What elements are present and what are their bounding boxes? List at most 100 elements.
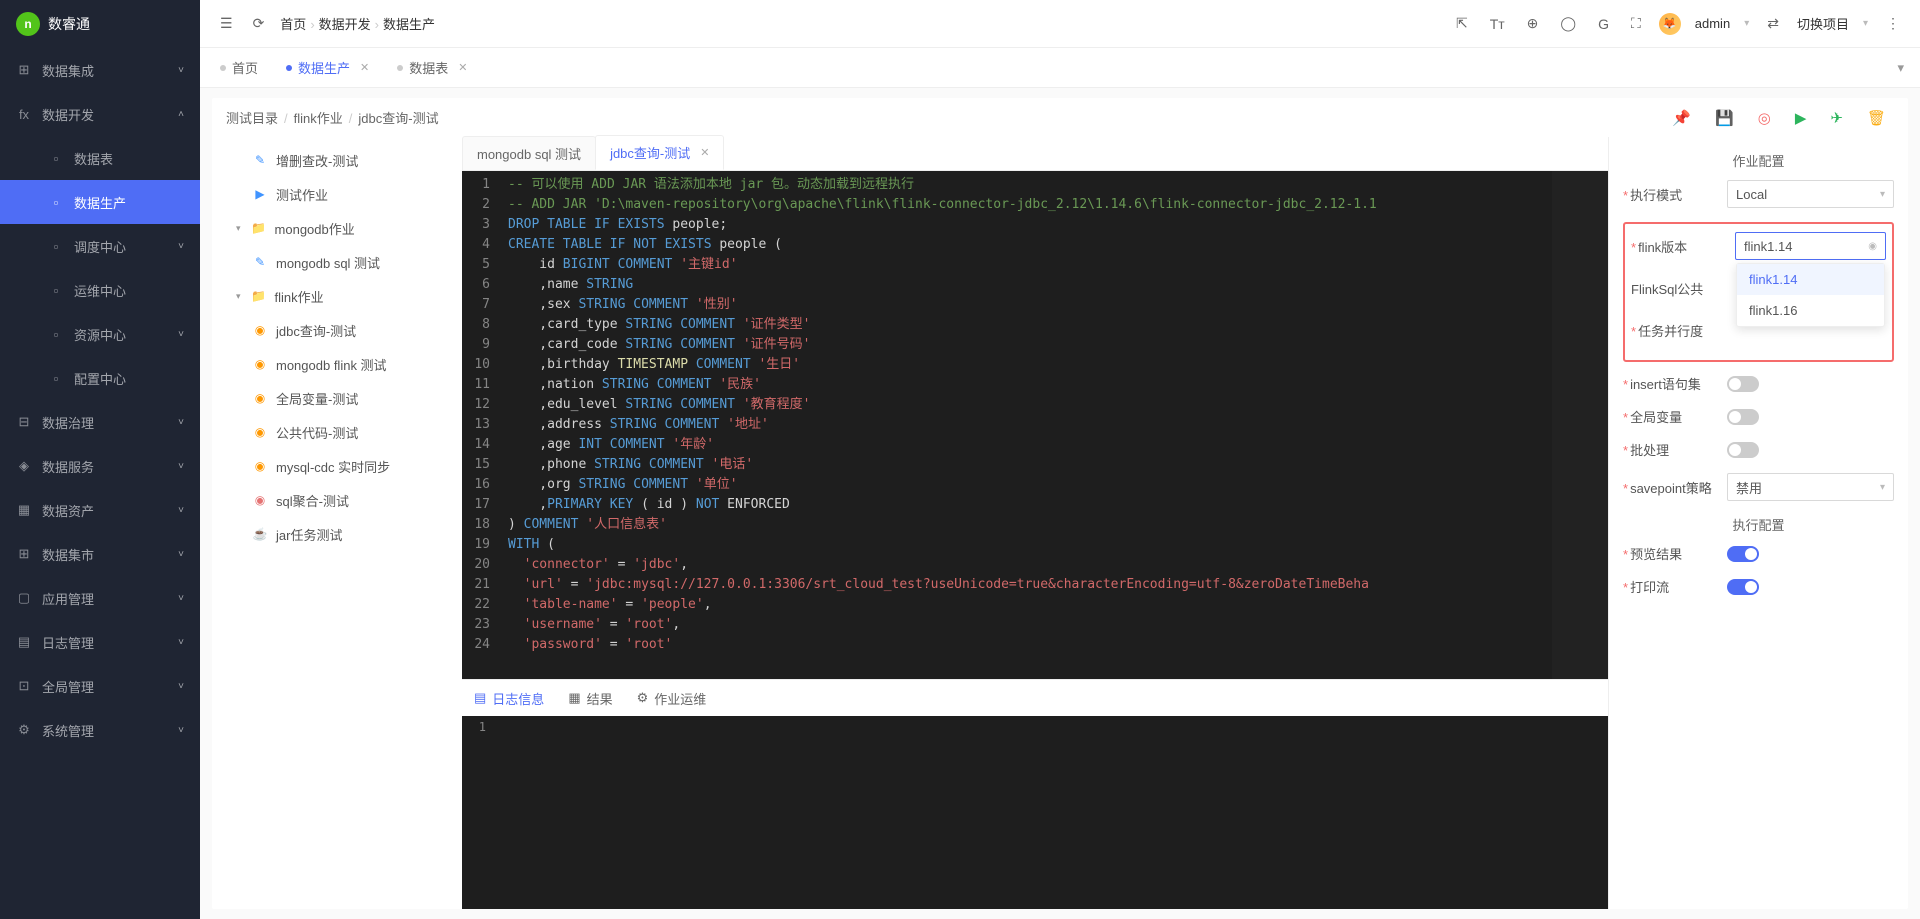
editor-tab[interactable]: mongodb sql 测试: [462, 136, 596, 170]
tree-item[interactable]: ▶测试作业: [212, 177, 462, 211]
sidebar-subitem[interactable]: ▫调度中心˅: [0, 224, 200, 268]
tab-dot-icon: [286, 65, 292, 71]
avatar[interactable]: 🦊: [1659, 13, 1681, 35]
highlighted-config-group: *flink版本 flink1.14 ◉ flink1.14 flink1.16: [1623, 222, 1894, 362]
sidebar-item[interactable]: ⊞数据集市˅: [0, 532, 200, 576]
exec-config-title: 执行配置: [1623, 515, 1894, 534]
sidebar-subitem[interactable]: ▫配置中心: [0, 356, 200, 400]
tree-item[interactable]: ◉sql聚合-测试: [212, 483, 462, 517]
close-icon[interactable]: ✕: [458, 61, 467, 74]
tree-icon: 📁: [251, 221, 267, 235]
page-tabs: 首页数据生产✕数据表✕ ▾: [200, 48, 1920, 88]
sidebar-subitem[interactable]: ▫资源中心˅: [0, 312, 200, 356]
gitee-icon[interactable]: G: [1594, 12, 1613, 36]
chevron-icon: ˅: [178, 417, 184, 428]
tree-item[interactable]: ▾📁mongodb作业: [212, 211, 462, 245]
run-icon[interactable]: ▶: [1795, 109, 1807, 127]
tree-item[interactable]: ✎增删查改-测试: [212, 143, 462, 177]
breadcrumb: 首页›数据开发›数据生产: [280, 14, 435, 33]
target-icon[interactable]: ◎: [1758, 109, 1771, 127]
github-icon[interactable]: ◯: [1556, 11, 1580, 36]
sidebar-subitem[interactable]: ▫数据表: [0, 136, 200, 180]
tree-icon: 📁: [251, 289, 267, 303]
tree-icon: ✎: [252, 153, 268, 167]
sidebar-item[interactable]: ⊞数据集成˅: [0, 48, 200, 92]
sidebar-item[interactable]: ▤日志管理˅: [0, 620, 200, 664]
globe-icon[interactable]: ⊕: [1523, 11, 1543, 36]
global-var-toggle[interactable]: [1727, 409, 1759, 425]
user-menu[interactable]: admin: [1695, 16, 1730, 31]
collapse-sidebar-icon[interactable]: ☰: [216, 11, 237, 36]
config-panel: 作业配置 *执行模式 Local▾ *flink版本 flink1: [1608, 137, 1908, 909]
tree-item[interactable]: ◉mysql-cdc 实时同步: [212, 449, 462, 483]
breadcrumb-seg[interactable]: 数据生产: [383, 17, 435, 32]
switch-project-icon[interactable]: ⇄: [1763, 11, 1783, 36]
sidebar-item[interactable]: ▦数据资产˅: [0, 488, 200, 532]
breadcrumb-seg[interactable]: 首页: [280, 17, 306, 32]
editor-tab[interactable]: jdbc查询-测试✕: [595, 135, 724, 170]
close-icon[interactable]: ✕: [700, 146, 709, 159]
page-tab[interactable]: 数据生产✕: [274, 52, 381, 83]
pin-icon[interactable]: 📌: [1672, 109, 1691, 127]
path-seg[interactable]: flink作业: [294, 111, 343, 126]
tree-item[interactable]: ✎mongodb sql 测试: [212, 245, 462, 279]
switch-project[interactable]: 切换项目: [1797, 14, 1849, 33]
delete-icon[interactable]: 🗑: [1867, 109, 1886, 127]
save-icon[interactable]: 💾: [1715, 109, 1734, 127]
logo-text: 数睿通: [48, 14, 90, 34]
export-icon[interactable]: ⇱: [1452, 11, 1472, 36]
breadcrumb-seg[interactable]: 数据开发: [319, 17, 371, 32]
more-icon[interactable]: ⋮: [1882, 11, 1904, 36]
tree-icon: ✎: [252, 255, 268, 269]
tree-item[interactable]: ◉mongodb flink 测试: [212, 347, 462, 381]
tree-item[interactable]: ◉全局变量-测试: [212, 381, 462, 415]
font-size-icon[interactable]: Tт: [1486, 12, 1509, 36]
topbar: ☰ ⟳ 首页›数据开发›数据生产 ⇱ Tт ⊕ ◯ G ⛶ 🦊 admin ▾ …: [200, 0, 1920, 48]
file-tree: ✎增删查改-测试▶测试作业▾📁mongodb作业✎mongodb sql 测试▾…: [212, 137, 462, 909]
tab-dot-icon: [220, 65, 226, 71]
tree-item[interactable]: ▾📁flink作业: [212, 279, 462, 313]
insert-toggle[interactable]: [1727, 376, 1759, 392]
sidebar-item[interactable]: ⊡全局管理˅: [0, 664, 200, 708]
tree-item[interactable]: ☕jar任务测试: [212, 517, 462, 551]
send-icon[interactable]: ✈: [1830, 109, 1843, 127]
sidebar-subitem[interactable]: ▫数据生产: [0, 180, 200, 224]
savepoint-select[interactable]: 禁用▾: [1727, 473, 1894, 501]
menu-icon: ⚙: [16, 722, 32, 738]
flink-version-select[interactable]: flink1.14 ◉ flink1.14 flink1.16: [1735, 232, 1886, 260]
caret-icon: ▾: [236, 223, 241, 234]
exec-mode-select[interactable]: Local▾: [1727, 180, 1894, 208]
dropdown-option[interactable]: flink1.14: [1737, 264, 1884, 295]
preview-toggle[interactable]: [1727, 546, 1759, 562]
bottom-tab[interactable]: ⚙作业运维: [637, 689, 707, 708]
tabs-expand[interactable]: ▾: [1889, 56, 1912, 80]
dropdown-option[interactable]: flink1.16: [1737, 295, 1884, 326]
page-tab[interactable]: 首页: [208, 52, 270, 83]
code-editor[interactable]: 123456789101112131415161718192021222324 …: [462, 171, 1608, 679]
sidebar-item[interactable]: ⚙系统管理˅: [0, 708, 200, 752]
tab-icon: ⚙: [637, 690, 649, 706]
chevron-icon: ˅: [178, 593, 184, 604]
bottom-tab[interactable]: ▤日志信息: [474, 689, 544, 708]
menu-icon: fx: [16, 107, 32, 122]
print-toggle[interactable]: [1727, 579, 1759, 595]
sidebar-item[interactable]: ▢应用管理˅: [0, 576, 200, 620]
batch-toggle[interactable]: [1727, 442, 1759, 458]
sidebar-subitem[interactable]: ▫运维中心: [0, 268, 200, 312]
tree-item[interactable]: ◉公共代码-测试: [212, 415, 462, 449]
chevron-icon: ˅: [178, 681, 184, 692]
tree-item[interactable]: ◉jdbc查询-测试: [212, 313, 462, 347]
fullscreen-icon[interactable]: ⛶: [1627, 11, 1645, 36]
sidebar-item[interactable]: ◈数据服务˅: [0, 444, 200, 488]
close-icon[interactable]: ✕: [360, 61, 369, 74]
sidebar-item[interactable]: ⊟数据治理˅: [0, 400, 200, 444]
sidebar-item[interactable]: fx数据开发˄: [0, 92, 200, 136]
page-tab[interactable]: 数据表✕: [385, 52, 479, 83]
minimap[interactable]: [1552, 171, 1608, 679]
menu-icon: ⊡: [16, 678, 32, 694]
flink-version-dropdown: flink1.14 flink1.16: [1736, 263, 1885, 327]
refresh-icon[interactable]: ⟳: [249, 11, 269, 36]
path-seg[interactable]: jdbc查询-测试: [358, 111, 438, 126]
bottom-tab[interactable]: ▦结果: [568, 689, 612, 708]
path-seg[interactable]: 测试目录: [226, 111, 278, 126]
